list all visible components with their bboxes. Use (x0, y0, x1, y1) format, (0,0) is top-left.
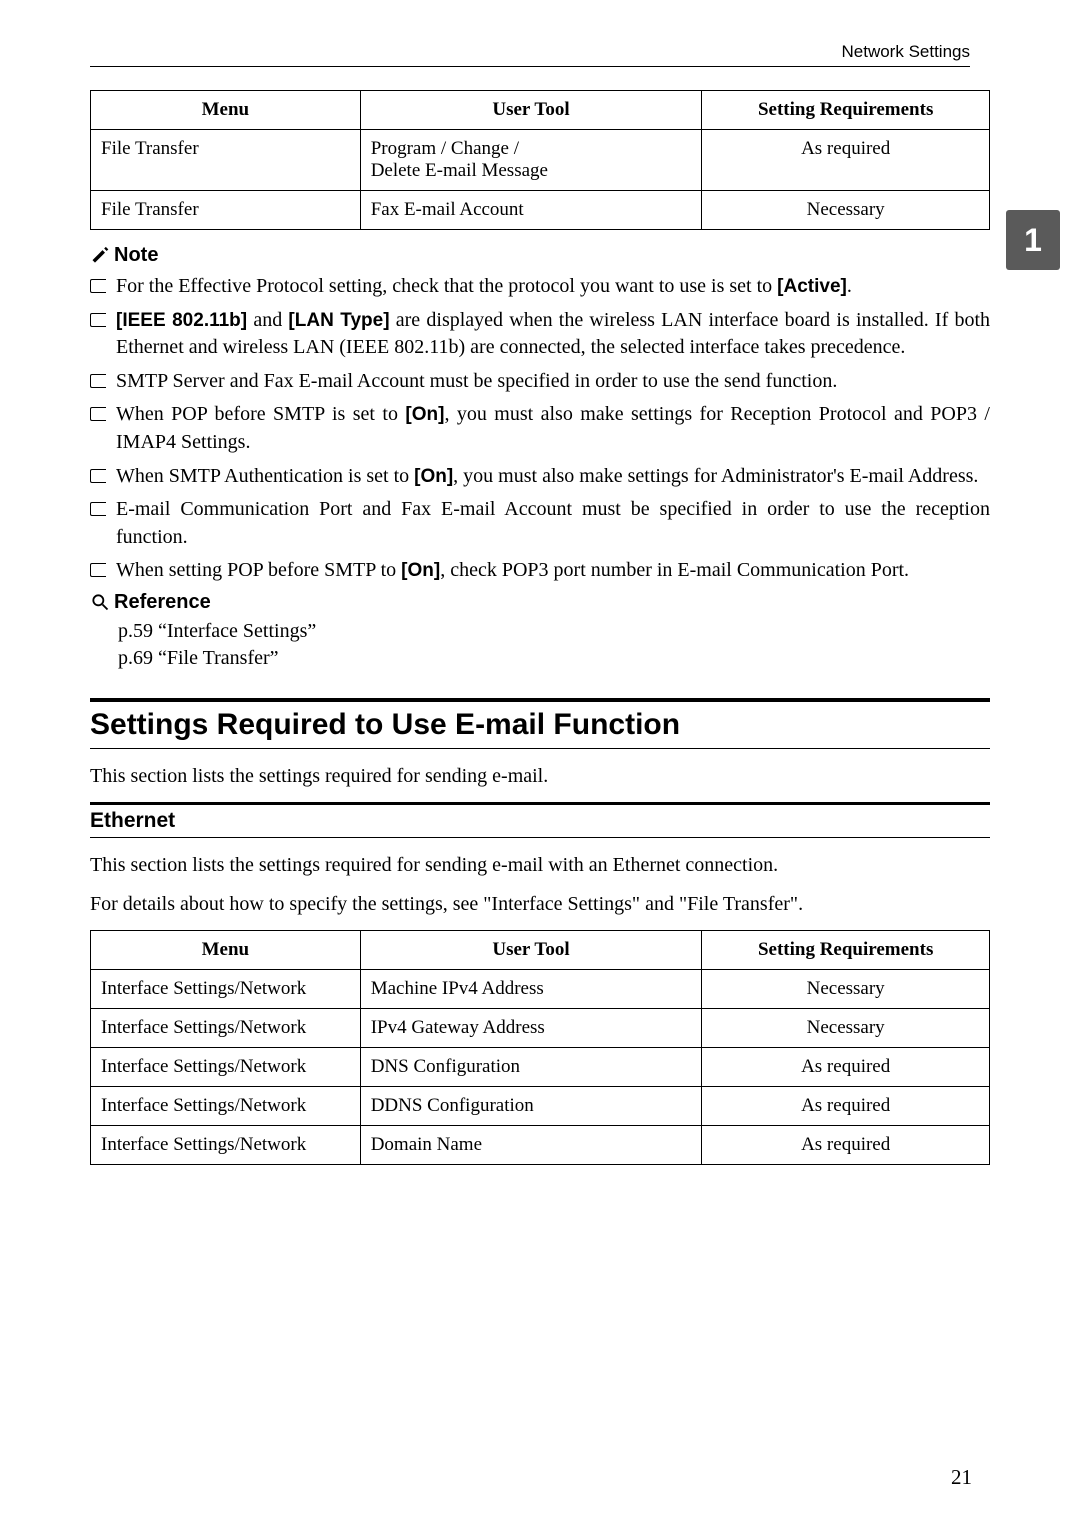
bullet-icon (90, 563, 106, 577)
section-intro: This section lists the settings required… (90, 763, 990, 790)
subsection-divider (90, 802, 990, 805)
th-req: Setting Requirements (702, 91, 990, 130)
reference-lines: p.59 “Interface Settings” p.69 “File Tra… (90, 620, 990, 670)
text-run: , check POP3 port number in E-mail Commu… (440, 559, 909, 581)
bullet-icon (90, 502, 106, 516)
text-bold: [Active] (777, 276, 847, 297)
cell-menu: Interface Settings/Network (91, 1125, 361, 1164)
subsection-title: Ethernet (90, 809, 990, 833)
table-row: Interface Settings/Network DNS Configura… (91, 1047, 990, 1086)
settings-table-1: Menu User Tool Setting Requirements File… (90, 90, 990, 230)
subsection-divider-thin (90, 837, 990, 838)
cell-req: As required (702, 1047, 990, 1086)
text-run: When setting POP before SMTP to (116, 559, 401, 581)
chapter-tab: 1 (1006, 210, 1060, 270)
subsection-p1: This section lists the settings required… (90, 852, 990, 879)
note-item: When setting POP before SMTP to [On], ch… (90, 557, 990, 585)
text-bold: [IEEE 802.11b] (116, 310, 247, 331)
text-bold: [On] (401, 560, 440, 581)
cell-menu: Interface Settings/Network (91, 1086, 361, 1125)
reference-heading: Reference (90, 591, 990, 614)
note-text: When POP before SMTP is set to [On], you… (116, 401, 990, 456)
note-item: E-mail Communication Port and Fax E-mail… (90, 496, 990, 551)
note-item: When POP before SMTP is set to [On], you… (90, 401, 990, 456)
th-menu: Menu (91, 930, 361, 969)
bullet-icon (90, 374, 106, 388)
text-run: For the Effective Protocol setting, chec… (116, 275, 777, 297)
note-text: E-mail Communication Port and Fax E-mail… (116, 496, 990, 551)
cell-req: Necessary (702, 1008, 990, 1047)
cell-menu: File Transfer (91, 191, 361, 230)
text-bold: [LAN Type] (288, 310, 389, 331)
text-bold: [On] (414, 466, 453, 487)
th-tool: User Tool (360, 91, 702, 130)
cell-req: Necessary (702, 969, 990, 1008)
header-right: Network Settings (842, 42, 971, 62)
th-tool: User Tool (360, 930, 702, 969)
cell-tool: IPv4 Gateway Address (360, 1008, 702, 1047)
magnifier-icon (90, 592, 110, 612)
bullet-icon (90, 279, 106, 293)
reference-label: Reference (114, 591, 211, 614)
note-text: When SMTP Authentication is set to [On],… (116, 463, 990, 491)
settings-table-2: Menu User Tool Setting Requirements Inte… (90, 930, 990, 1165)
cell-menu: Interface Settings/Network (91, 969, 361, 1008)
note-label: Note (114, 244, 158, 267)
subsection-p2: For details about how to specify the set… (90, 891, 990, 918)
text-run: and (247, 309, 288, 331)
note-heading: Note (90, 244, 990, 267)
cell-tool: Program / Change / Delete E-mail Message (360, 130, 702, 191)
table-row: File Transfer Fax E-mail Account Necessa… (91, 191, 990, 230)
table-row: Interface Settings/Network Machine IPv4 … (91, 969, 990, 1008)
table-header-row: Menu User Tool Setting Requirements (91, 930, 990, 969)
cell-tool: DNS Configuration (360, 1047, 702, 1086)
cell-menu: Interface Settings/Network (91, 1008, 361, 1047)
note-item: SMTP Server and Fax E-mail Account must … (90, 368, 990, 396)
cell-tool: DDNS Configuration (360, 1086, 702, 1125)
reference-line: p.69 “File Transfer” (118, 647, 990, 670)
reference-line: p.59 “Interface Settings” (118, 620, 990, 643)
cell-req: As required (702, 130, 990, 191)
table-row: Interface Settings/Network DDNS Configur… (91, 1086, 990, 1125)
header-rule (90, 66, 970, 67)
note-text: For the Effective Protocol setting, chec… (116, 273, 990, 301)
section-divider-thin (90, 748, 990, 749)
cell-menu: File Transfer (91, 130, 361, 191)
text-run: When POP before SMTP is set to (116, 403, 405, 425)
cell-tool: Fax E-mail Account (360, 191, 702, 230)
text-run: . (847, 275, 852, 297)
cell-tool: Domain Name (360, 1125, 702, 1164)
table-row: Interface Settings/Network Domain Name A… (91, 1125, 990, 1164)
page-number: 21 (951, 1465, 972, 1490)
note-text: SMTP Server and Fax E-mail Account must … (116, 368, 990, 396)
th-req: Setting Requirements (702, 930, 990, 969)
cell-req: Necessary (702, 191, 990, 230)
note-item: [IEEE 802.11b] and [LAN Type] are displa… (90, 307, 990, 362)
cell-tool: Machine IPv4 Address (360, 969, 702, 1008)
bullet-icon (90, 313, 106, 327)
note-text: When setting POP before SMTP to [On], ch… (116, 557, 990, 585)
section-divider (90, 698, 990, 702)
th-menu: Menu (91, 91, 361, 130)
cell-req: As required (702, 1125, 990, 1164)
note-list: For the Effective Protocol setting, chec… (90, 273, 990, 585)
note-item: When SMTP Authentication is set to [On],… (90, 463, 990, 491)
text-run: When SMTP Authentication is set to (116, 465, 414, 487)
bullet-icon (90, 407, 106, 421)
table-row: Interface Settings/Network IPv4 Gateway … (91, 1008, 990, 1047)
note-item: For the Effective Protocol setting, chec… (90, 273, 990, 301)
section-title: Settings Required to Use E-mail Function (90, 708, 990, 742)
cell-req: As required (702, 1086, 990, 1125)
text-bold: [On] (405, 404, 444, 425)
text-run: , you must also make settings for Admini… (453, 465, 978, 487)
cell-menu: Interface Settings/Network (91, 1047, 361, 1086)
table-row: File Transfer Program / Change / Delete … (91, 130, 990, 191)
pencil-icon (90, 246, 110, 266)
table-header-row: Menu User Tool Setting Requirements (91, 91, 990, 130)
bullet-icon (90, 469, 106, 483)
note-text: [IEEE 802.11b] and [LAN Type] are displa… (116, 307, 990, 362)
